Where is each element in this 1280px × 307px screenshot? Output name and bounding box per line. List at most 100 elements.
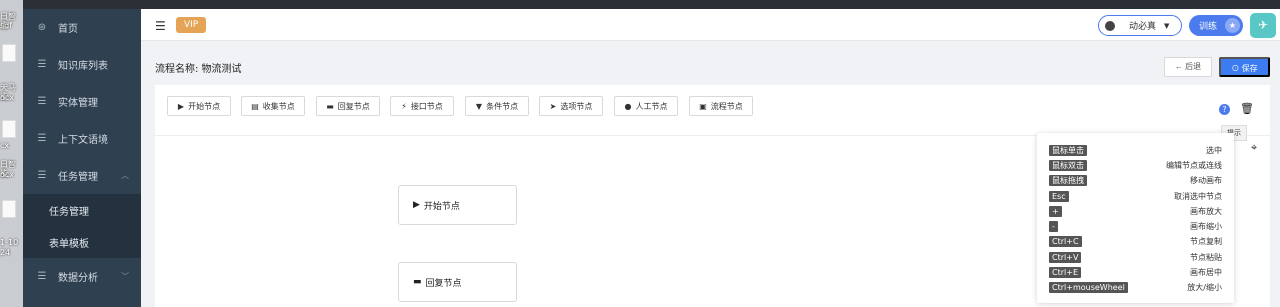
sidebar-subitem-task-manage[interactable]: 任务管理 — [23, 194, 141, 226]
sidebar-item-label: 实体管理 — [58, 98, 98, 109]
list-icon: ☰ — [37, 170, 47, 181]
shortcut-row: 鼠标单击 选中 — [1037, 143, 1234, 158]
shortcut-row: Ctrl+C 节点复制 — [1037, 234, 1234, 249]
flow-title-row: 流程名称: 物流测试 ← 后退 ⊙ 保存 — [141, 51, 1280, 81]
plug-icon: ⚡ — [401, 101, 407, 111]
sidebar-item-label: 任务管理 — [58, 172, 98, 183]
list-icon: ☰ — [37, 59, 47, 70]
sidebar-subitem-form-template[interactable]: 表单模板 — [23, 226, 141, 258]
train-button[interactable]: 训练 ★ — [1189, 15, 1243, 36]
node-label: 开始节点 — [423, 201, 460, 212]
chevron-down-icon: ﹀ — [121, 272, 129, 281]
back-button[interactable]: ← 后退 — [1164, 57, 1212, 77]
message-icon: ▬ — [413, 277, 422, 287]
canvas-reply-node[interactable]: ▬ 回复节点 — [398, 262, 517, 302]
toolbar-start-node[interactable]: ▶ 开始节点 — [167, 96, 231, 116]
shortcut-desc: 选中 — [1206, 146, 1222, 155]
crosshair-icon[interactable]: ⌖ — [1251, 141, 1257, 155]
node-label: 条件节点 — [486, 101, 519, 111]
top-header: ☰ VIP 动必真 ▼ 训练 ★ ✈ — [141, 9, 1280, 41]
os-menubar — [0, 0, 1280, 9]
shortcut-row: Ctrl+E 画布居中 — [1037, 265, 1234, 280]
sidebar: ⊛ 首页 ☰ 知识库列表 ☰ 实体管理 ☰ 上下文语境 ☰ 任务管理 ︿ 任务管… — [23, 9, 141, 307]
flow-icon: ▣ — [699, 101, 707, 111]
shortcut-row: Esc 取消选中节点 — [1037, 189, 1234, 204]
shortcut-desc: 画布放大 — [1190, 207, 1222, 216]
shortcut-row: Ctrl+V 节点粘贴 — [1037, 250, 1234, 265]
user-dropdown[interactable]: 动必真 ▼ — [1098, 15, 1182, 36]
shortcut-key: 鼠标双击 — [1049, 160, 1087, 171]
node-label: 回复节点 — [425, 278, 462, 289]
desktop-file-label: ocx — [0, 170, 15, 179]
toolbar-condition-node[interactable]: ▼ 条件节点 — [465, 96, 529, 116]
shortcut-help-panel: 鼠标单击 选中 鼠标双击 编辑节点或连线 鼠标拖拽 移动画布 Esc 取消选中节… — [1037, 133, 1234, 303]
shortcut-desc: 画布缩小 — [1190, 222, 1222, 231]
desktop-file-label: cx — [0, 141, 10, 150]
sidebar-item-label: 数据分析 — [58, 273, 98, 284]
sidebar-item-label: 首页 — [58, 24, 78, 35]
toolbar-collect-node[interactable]: ▤ 收集节点 — [241, 96, 305, 116]
shortcut-desc: 放大/缩小 — [1187, 283, 1222, 292]
node-label: 流程节点 — [710, 101, 743, 111]
desktop-file-label: ocx — [0, 93, 15, 102]
node-label: 接口节点 — [410, 101, 443, 111]
sidebar-item-label: 知识库列表 — [58, 61, 108, 72]
shortcut-desc: 节点复制 — [1190, 237, 1222, 246]
help-icon[interactable]: ? — [1219, 104, 1230, 115]
node-label: 人工节点 — [635, 101, 668, 111]
sidebar-item-task[interactable]: ☰ 任务管理 ︿ — [23, 157, 141, 194]
shortcut-row: Ctrl+mouseWheel 放大/缩小 — [1037, 280, 1234, 295]
toolbar-api-node[interactable]: ⚡ 接口节点 — [390, 96, 454, 116]
message-icon: ▬ — [326, 101, 334, 111]
shortcut-desc: 编辑节点或连线 — [1166, 161, 1222, 170]
toolbar-option-node[interactable]: ➤ 选项节点 — [539, 96, 603, 116]
chevron-up-icon: ︿ — [121, 171, 129, 180]
toolbar-manual-node[interactable]: ● 人工节点 — [614, 96, 678, 116]
vip-badge: VIP — [176, 17, 207, 33]
sidebar-item-label: 上下文语境 — [58, 135, 108, 146]
sidebar-item-entity[interactable]: ☰ 实体管理 — [23, 83, 141, 120]
shortcut-desc: 节点粘贴 — [1190, 253, 1222, 262]
node-toolbar: ▶ 开始节点 ▤ 收集节点 ▬ 回复节点 ⚡ 接口节点 ▼ 条件节点 ➤ 选项节… — [155, 85, 1270, 135]
desktop-file-icon[interactable] — [2, 44, 16, 62]
toolbar-flow-node[interactable]: ▣ 流程节点 — [689, 96, 753, 116]
user-name: 动必真 — [1129, 22, 1157, 32]
star-icon: ★ — [1225, 18, 1240, 33]
trash-icon[interactable]: 🗑 — [1240, 102, 1254, 115]
sidebar-subitem-label: 表单模板 — [49, 238, 89, 250]
sidebar-item-context[interactable]: ☰ 上下文语境 — [23, 120, 141, 157]
shortcut-row: + 画布放大 — [1037, 204, 1234, 219]
train-label: 训练 — [1199, 22, 1218, 32]
desktop-strip: 日智能 sdf 天马能 ocx cx 日智能 ocx 1-10 24 — [0, 0, 23, 307]
shortcut-key: Ctrl+mouseWheel — [1049, 282, 1128, 293]
shortcut-key: Ctrl+E — [1049, 267, 1081, 278]
node-label: 收集节点 — [262, 101, 295, 111]
sidebar-item-analytics[interactable]: ☰ 数据分析 ﹀ — [23, 258, 141, 295]
node-label: 回复节点 — [337, 101, 370, 111]
menu-toggle-icon[interactable]: ☰ — [155, 19, 166, 33]
save-button[interactable]: ⊙ 保存 — [1219, 57, 1270, 77]
cursor-icon: ➤ — [549, 101, 557, 111]
shortcut-key: 鼠标拖拽 — [1049, 175, 1087, 186]
shortcut-desc: 取消选中节点 — [1174, 192, 1222, 201]
desktop-file-label: 24 — [0, 248, 11, 257]
desktop-file-label: 1-10 — [0, 238, 19, 247]
node-label: 选项节点 — [560, 101, 593, 111]
caret-down-icon: ▼ — [1164, 21, 1170, 30]
shortcut-key: Ctrl+C — [1049, 236, 1082, 247]
shortcut-row: - 画布缩小 — [1037, 219, 1234, 234]
sidebar-item-home[interactable]: ⊛ 首页 — [23, 9, 141, 46]
play-icon: ▶ — [413, 200, 420, 210]
avatar — [1105, 20, 1115, 31]
desktop-file-icon[interactable] — [2, 200, 16, 218]
canvas-start-node[interactable]: ▶ 开始节点 — [398, 185, 517, 225]
sidebar-item-knowledge-base[interactable]: ☰ 知识库列表 — [23, 46, 141, 83]
desktop-file-icon[interactable] — [2, 120, 16, 138]
play-icon: ▶ — [177, 101, 185, 111]
toolbar-reply-node[interactable]: ▬ 回复节点 — [316, 96, 380, 116]
robot-icon[interactable]: ✈ — [1250, 13, 1276, 38]
list-icon: ☰ — [37, 271, 47, 282]
shortcut-row: 鼠标拖拽 移动画布 — [1037, 173, 1234, 188]
list-icon: ☰ — [37, 133, 47, 144]
node-label: 开始节点 — [188, 101, 221, 111]
